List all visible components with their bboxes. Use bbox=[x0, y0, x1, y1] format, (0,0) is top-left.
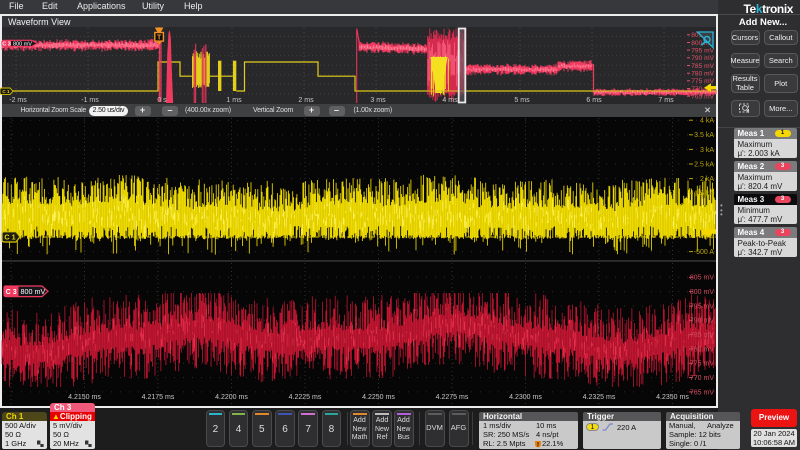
svg-text:780 mV: 780 mV bbox=[690, 346, 714, 353]
svg-text:4.2250 ms: 4.2250 ms bbox=[362, 394, 395, 401]
svg-text:795 mV: 795 mV bbox=[690, 303, 714, 310]
svg-text:800 mV: 800 mV bbox=[690, 289, 714, 296]
svg-text:4.2350 ms: 4.2350 ms bbox=[656, 394, 689, 401]
svg-text:790 mV: 790 mV bbox=[690, 318, 714, 325]
svg-text:3 kA: 3 kA bbox=[700, 147, 714, 154]
svg-text:785 mV: 785 mV bbox=[690, 332, 714, 339]
svg-text:4.2175 ms: 4.2175 ms bbox=[142, 394, 175, 401]
svg-text:2 kA: 2 kA bbox=[700, 176, 714, 183]
svg-text:C 1: C 1 bbox=[4, 233, 15, 242]
svg-text:805 mV: 805 mV bbox=[690, 275, 714, 282]
svg-text:3.5 kA: 3.5 kA bbox=[694, 132, 714, 139]
svg-text:4.2225 ms: 4.2225 ms bbox=[289, 394, 322, 401]
svg-text:4 kA: 4 kA bbox=[700, 118, 714, 125]
svg-text:770 mV: 770 mV bbox=[690, 375, 714, 382]
svg-text:C 3: C 3 bbox=[6, 287, 17, 296]
svg-text:4.2200 ms: 4.2200 ms bbox=[215, 394, 248, 401]
svg-text:-500 A: -500 A bbox=[694, 249, 715, 256]
svg-text:800 mV: 800 mV bbox=[21, 287, 46, 296]
svg-text:765 mV: 765 mV bbox=[690, 389, 714, 396]
svg-text:4.2325 ms: 4.2325 ms bbox=[583, 394, 616, 401]
svg-text:4.2300 ms: 4.2300 ms bbox=[509, 394, 542, 401]
svg-text:4.2150 ms: 4.2150 ms bbox=[68, 394, 101, 401]
svg-text:775 mV: 775 mV bbox=[690, 361, 714, 368]
svg-text:4.2275 ms: 4.2275 ms bbox=[436, 394, 469, 401]
svg-text:0 A: 0 A bbox=[704, 234, 714, 241]
svg-text:2.5 kA: 2.5 kA bbox=[694, 161, 714, 168]
svg-text:1.5 kA: 1.5 kA bbox=[694, 191, 714, 198]
